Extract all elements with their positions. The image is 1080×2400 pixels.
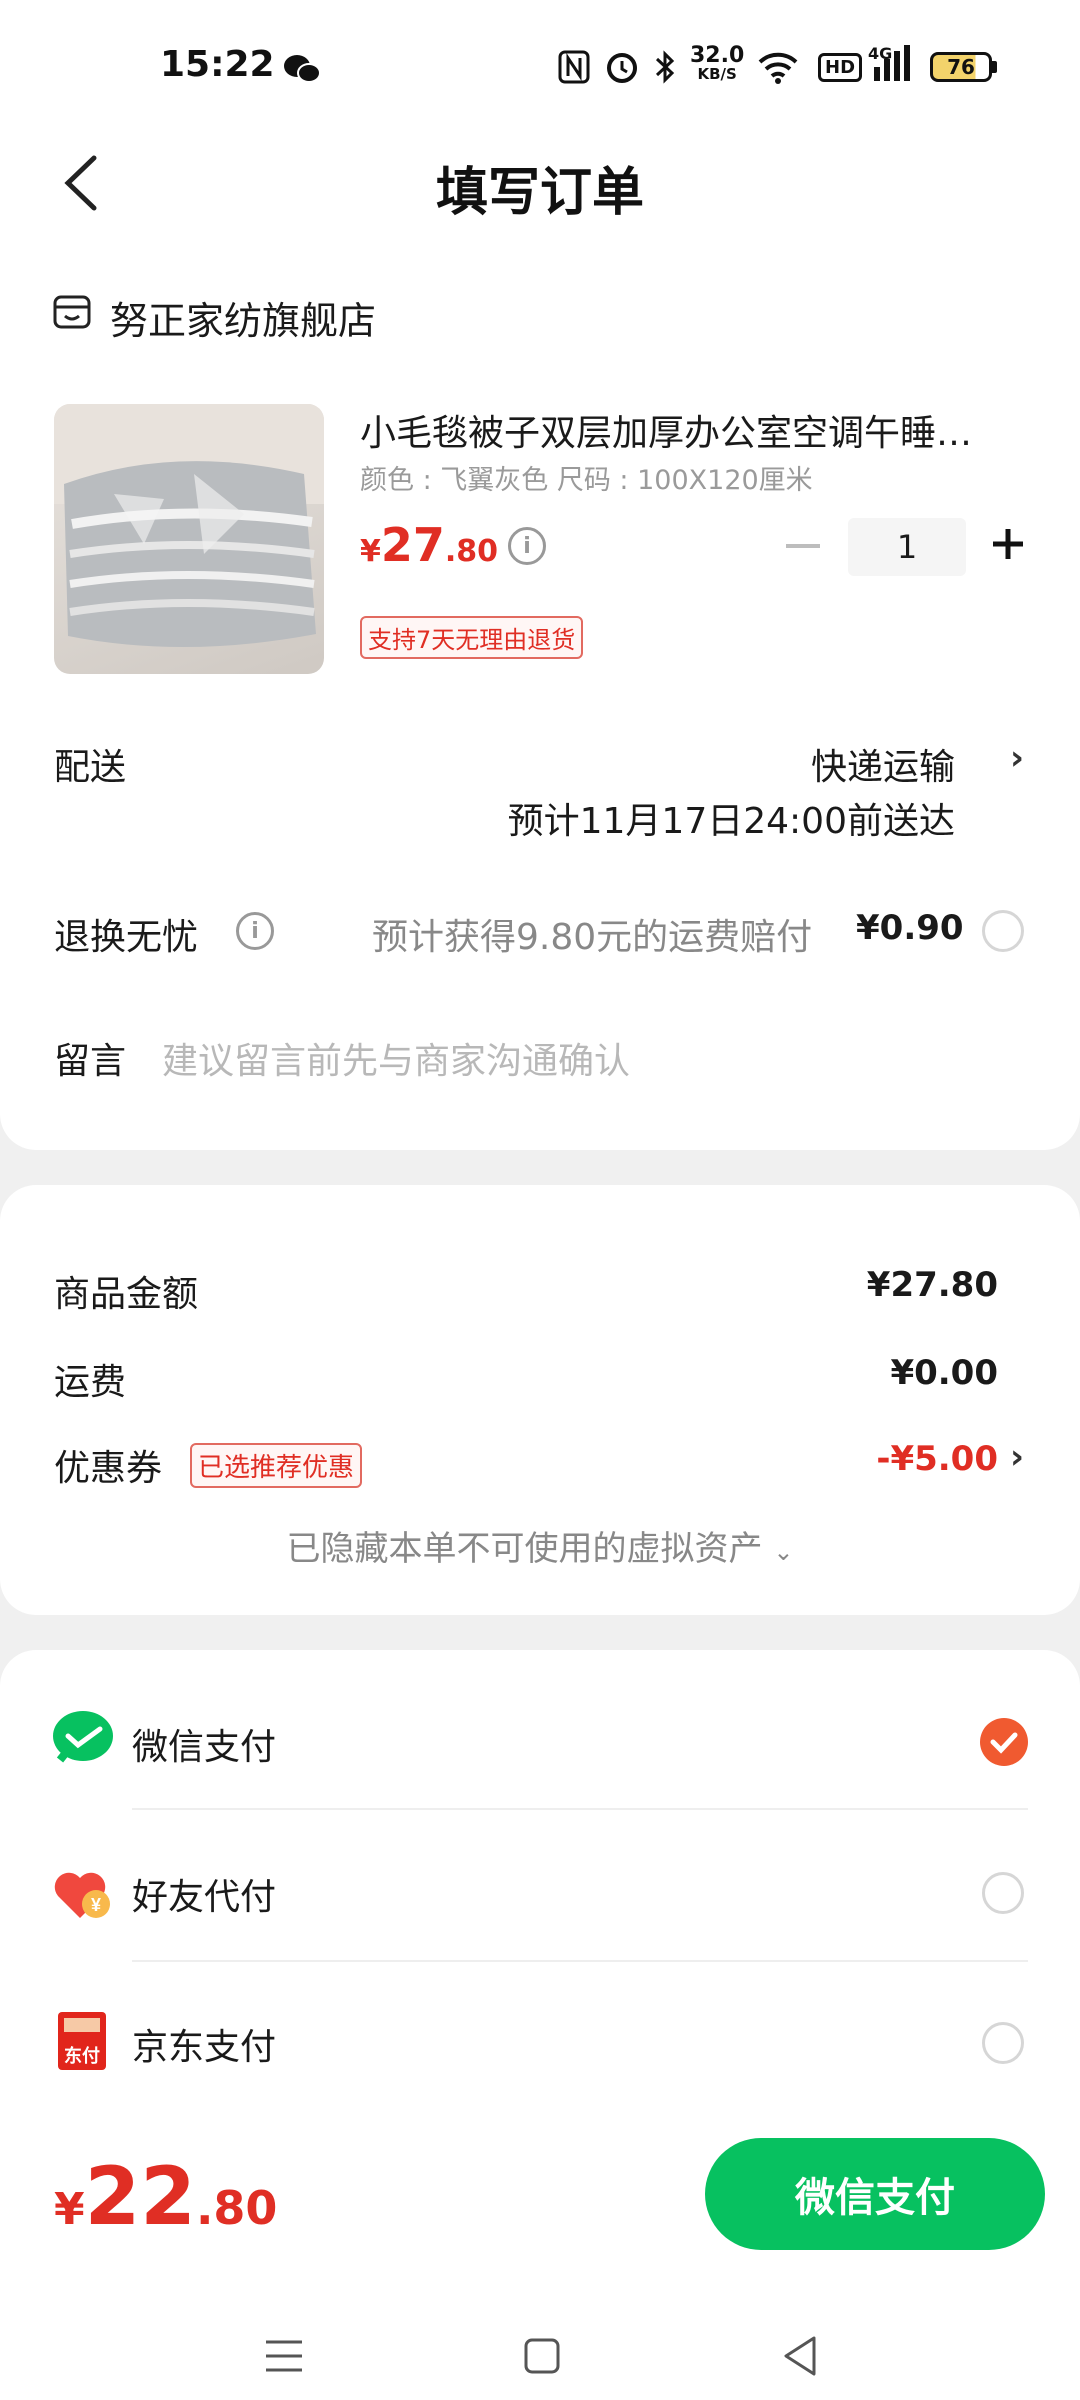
jd-pay-icon: 东付 <box>58 2012 106 2070</box>
return-insurance-price: ¥0.90 <box>856 908 964 948</box>
delivery-method[interactable]: 快递运输 <box>811 738 955 790</box>
product-price: ¥27.80 <box>360 518 499 572</box>
delivery-eta: 预计11月17日24:00前送达 <box>507 801 955 842</box>
goods-amount-label: 商品金额 <box>54 1274 199 1315</box>
payment-label: 京东支付 <box>132 2027 277 2068</box>
battery-icon: 76 <box>930 48 997 86</box>
total-price: ¥22.80 <box>54 2150 278 2243</box>
return-insurance-checkbox[interactable] <box>982 910 1024 952</box>
payment-label: 好友代付 <box>132 1877 277 1918</box>
plus-icon[interactable] <box>990 526 1026 562</box>
payment-radio[interactable] <box>982 2022 1024 2064</box>
chevron-right-icon[interactable]: › <box>1010 738 1024 778</box>
friend-pay-heart-icon: ¥ <box>52 1866 114 1926</box>
bluetooth-icon <box>654 48 676 86</box>
payment-option-wechat[interactable]: 微信支付 <box>0 1690 1080 1800</box>
divider <box>132 1808 1028 1810</box>
goods-amount-value: ¥27.80 <box>866 1265 998 1305</box>
home-icon[interactable] <box>522 2336 562 2380</box>
product-title[interactable]: 小毛毯被子双层加厚办公室空调午睡… <box>360 404 972 456</box>
return-insurance-desc: 预计获得9.80元的运费赔付 <box>372 917 813 958</box>
shipping-value: ¥0.00 <box>890 1353 998 1393</box>
chevron-down-icon: ⌄ <box>773 1538 794 1566</box>
alarm-icon <box>604 48 640 86</box>
hd-badge: HD <box>818 48 863 86</box>
message-label: 留言 <box>54 1041 127 1082</box>
chevron-right-icon[interactable]: › <box>1010 1437 1024 1477</box>
wechat-pay-icon <box>52 1710 114 1770</box>
product-spec[interactable]: 颜色 : 飞翼灰色 尺码 : 100X120厘米 <box>360 458 813 497</box>
payment-option-jd[interactable]: 东付 京东支付 <box>0 1990 1080 2100</box>
coupon-value[interactable]: -¥5.00 <box>876 1439 998 1479</box>
selected-check-icon <box>980 1718 1028 1766</box>
message-input[interactable]: 建议留言前先与商家沟通确认 <box>162 1032 630 1084</box>
product-image[interactable] <box>54 404 324 674</box>
page-title: 填写订单 <box>435 163 644 223</box>
net-speed: 32.0 KB/S <box>690 42 745 83</box>
back-nav-icon[interactable] <box>780 2334 820 2382</box>
wifi-icon <box>756 48 800 86</box>
delivery-label: 配送 <box>54 747 127 788</box>
svg-text:¥: ¥ <box>91 1895 101 1915</box>
info-icon[interactable]: i <box>236 912 274 950</box>
menu-icon[interactable] <box>262 2336 306 2380</box>
payment-radio[interactable] <box>982 1872 1024 1914</box>
store-name[interactable]: 努正家纺旗舰店 <box>110 290 376 345</box>
payment-option-friend[interactable]: ¥ 好友代付 <box>0 1840 1080 1950</box>
hidden-assets-toggle[interactable]: 已隐藏本单不可使用的虚拟资产 ⌄ <box>0 1521 1080 1570</box>
minus-icon[interactable] <box>786 544 820 548</box>
pay-button[interactable]: 微信支付 <box>705 2138 1045 2250</box>
status-time: 15:22 <box>160 44 275 85</box>
price-summary-card: 商品金额 ¥27.80 运费 ¥0.00 优惠券 已选推荐优惠 -¥5.00 ›… <box>0 1185 1080 1615</box>
payment-methods-card: 微信支付 ¥ 好友代付 东付 京东支付 <box>0 1650 1080 2120</box>
nav-bar: 填写订单 <box>0 130 1080 240</box>
quantity-value[interactable]: 1 <box>848 518 966 576</box>
nfc-icon <box>558 48 590 86</box>
order-card: 努正家纺旗舰店 小毛毯被子双层加厚办公室空调午睡… 颜色 : 飞翼灰色 尺码 :… <box>0 240 1080 1150</box>
return-policy-tag: 支持7天无理由退货 <box>360 616 584 659</box>
shipping-label: 运费 <box>54 1362 127 1403</box>
payment-label: 微信支付 <box>132 1727 277 1768</box>
wechat-icon <box>282 50 322 88</box>
return-insurance-label: 退换无忧 <box>54 917 199 958</box>
checkout-bar: ¥22.80 微信支付 <box>0 2120 1080 2400</box>
coupon-label: 优惠券 <box>54 1448 163 1489</box>
store-icon <box>52 292 92 336</box>
status-bar: 15:22 32.0 KB/S HD 4G 76 <box>0 0 1080 130</box>
price-info-icon[interactable]: i <box>508 527 546 565</box>
divider <box>132 1960 1028 1962</box>
coupon-tag: 已选推荐优惠 <box>190 1443 363 1488</box>
signal-icon: 4G <box>868 44 918 82</box>
